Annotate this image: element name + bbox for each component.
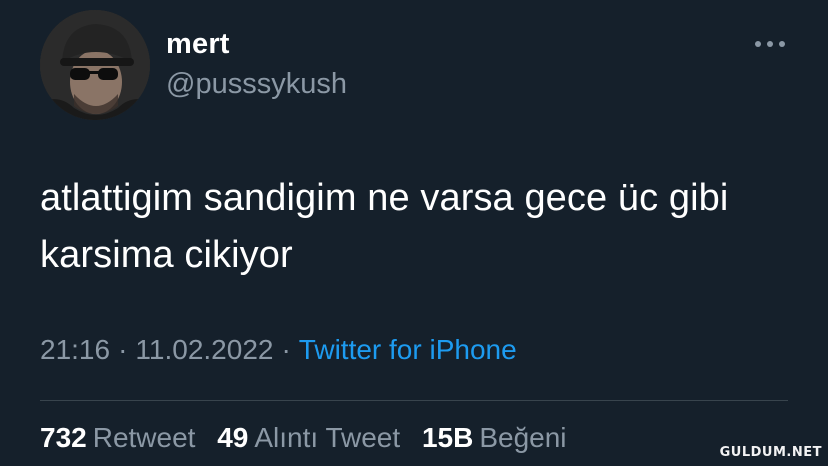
author-display-name[interactable]: mert — [166, 28, 230, 61]
avatar-photo — [40, 10, 150, 120]
more-horizontal-icon — [755, 41, 785, 47]
meta-separator: · — [118, 334, 128, 365]
tweet-source-link[interactable]: Twitter for iPhone — [299, 334, 517, 365]
tweet-time[interactable]: 21:16 — [40, 334, 110, 365]
tweet-card: mert @pusssykush atlattigim sandigim ne … — [0, 0, 828, 466]
retweets-count: 732 — [40, 422, 87, 453]
divider — [40, 400, 788, 401]
likes-stat[interactable]: 15B Beğeni — [422, 422, 567, 453]
retweets-stat[interactable]: 732 Retweet — [40, 422, 195, 453]
more-options-button[interactable] — [752, 30, 788, 58]
retweets-label: Retweet — [92, 422, 196, 453]
watermark: GULDUM.NET — [719, 445, 822, 460]
meta-separator: · — [281, 334, 291, 365]
quotes-label: Alıntı Tweet — [254, 422, 401, 453]
author-handle[interactable]: @pusssykush — [166, 68, 347, 101]
tweet-stats: 732 Retweet 49 Alıntı Tweet 15B Beğeni — [40, 422, 581, 454]
tweet-date[interactable]: 11.02.2022 — [135, 334, 273, 365]
tweet-text: atlattigim sandigim ne varsa gece üc gib… — [40, 177, 729, 276]
author-avatar[interactable] — [40, 10, 150, 120]
likes-count: 15B — [421, 422, 474, 453]
quotes-count: 49 — [217, 422, 249, 453]
tweet-metadata: 21:16 · 11.02.2022 · Twitter for iPhone — [40, 334, 517, 366]
quotes-stat[interactable]: 49 Alıntı Tweet — [217, 422, 400, 453]
likes-label: Beğeni — [479, 422, 567, 453]
